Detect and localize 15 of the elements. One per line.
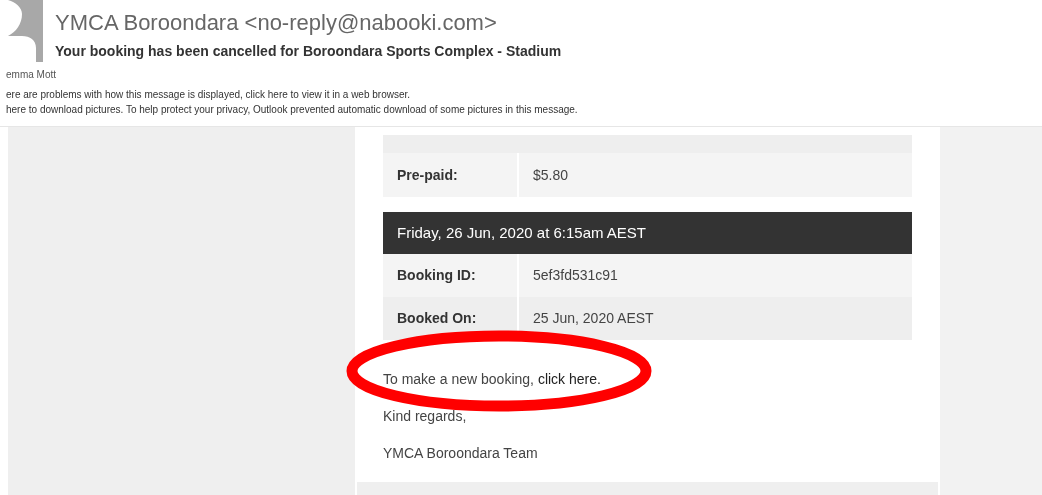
table-cell: 5ef3fd531c91 (519, 254, 912, 297)
info-notice: here to download pictures. To help protect your privacy, Outlook prevented automatic download of some pictures in this message. (6, 103, 578, 117)
sign-off-text: Kind regards, (383, 407, 468, 426)
table-cell: Pre-paid: (383, 153, 517, 197)
sign-off-text: YMCA Boroondara Team (383, 444, 539, 463)
booking-date-header: Friday, 26 Jun, 2020 at 6:15am AEST (383, 212, 912, 254)
subject-line: Your booking has been cancelled for Boroondara Sports Complex - Stadium (55, 42, 562, 61)
sender-name: YMCA Boroondara <no-reply@nabooki.com> (55, 9, 498, 37)
table-cell: 25 Jun, 2020 AEST (519, 297, 912, 340)
table-cell: $5.80 (519, 153, 912, 197)
table-cell: Booking ID: (383, 254, 517, 297)
new-booking-text: To make a new booking, click here. (383, 370, 602, 389)
recipient-name: emma Mott (6, 68, 57, 82)
new-booking-link[interactable]: click here. (537, 371, 601, 387)
info-notice: ere are problems with how this message is displayed, click here to view it in a web browser. (6, 88, 412, 102)
